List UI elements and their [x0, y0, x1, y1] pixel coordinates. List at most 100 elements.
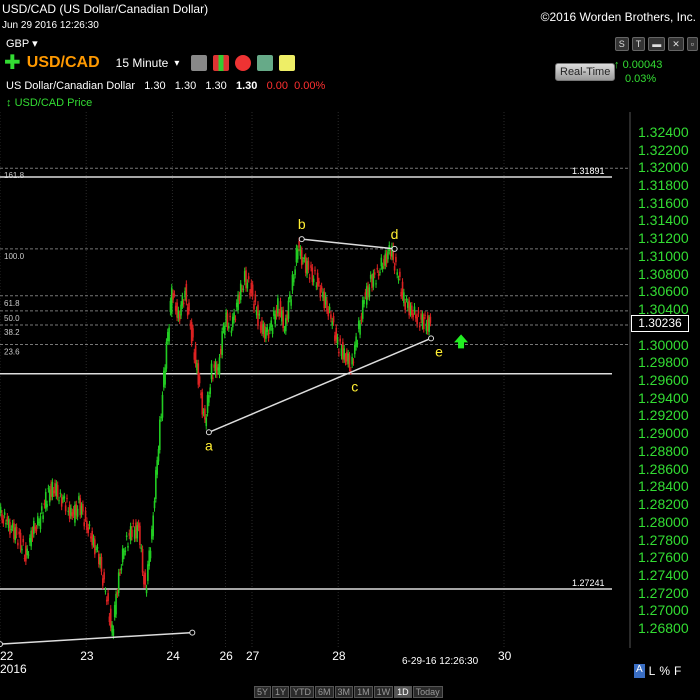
period-button-1m[interactable]: 1M [354, 686, 373, 698]
candle-body [172, 293, 174, 300]
restore-button[interactable]: ▫ [686, 37, 698, 51]
candle-body [389, 252, 392, 257]
candle-body [70, 507, 72, 516]
candle-body [121, 548, 124, 563]
candle-body [418, 325, 421, 328]
candle-body [224, 325, 226, 335]
y-tick-label: 1.27000 [638, 602, 689, 619]
candle-body [425, 323, 428, 331]
t-button[interactable]: T [631, 37, 646, 51]
candle-body [133, 529, 136, 539]
fib-label: 23.6 [4, 348, 20, 357]
period-button-1d[interactable]: 1D [394, 686, 412, 698]
currency-selector[interactable]: GBP ▾ [6, 37, 38, 50]
add-icon[interactable]: ✚ [4, 53, 21, 73]
price-legend[interactable]: ↕ USD/CAD Price [6, 97, 92, 109]
candle-body [391, 246, 393, 257]
period-button-1w[interactable]: 1W [373, 686, 394, 698]
candle-body [170, 287, 173, 314]
candle-body [108, 616, 111, 623]
candle-body [409, 305, 412, 314]
candle-body [356, 343, 359, 345]
tools-icon[interactable] [191, 55, 208, 71]
period-button-ytd[interactable]: YTD [290, 686, 315, 698]
candle-body [377, 273, 380, 277]
candle-body [281, 310, 283, 322]
y-tick-label: 1.28600 [638, 460, 689, 477]
candle-body [185, 283, 188, 302]
candle-body [376, 267, 379, 270]
candle-body [48, 489, 51, 503]
candle-body [188, 302, 190, 312]
s-button[interactable]: S [614, 37, 629, 51]
log-scale-button[interactable]: L [649, 664, 656, 678]
candle-body [212, 377, 214, 379]
x-tick-label: 22 [0, 649, 14, 663]
close-button[interactable]: ✕ [668, 37, 684, 51]
period-button-1y[interactable]: 1Y [272, 686, 290, 698]
candle-body [151, 529, 153, 540]
candle-body [267, 333, 270, 339]
candle-body [245, 270, 247, 289]
candle-body [347, 353, 349, 364]
note-icon[interactable] [279, 55, 296, 71]
candle-body [266, 327, 269, 332]
candle-body [100, 556, 103, 572]
candle-body [424, 314, 426, 316]
calculator-icon[interactable] [257, 55, 274, 71]
symbol-label[interactable]: USD/CAD [27, 54, 100, 72]
realtime-button[interactable]: Real-Time [555, 63, 616, 81]
candle-body [116, 592, 119, 595]
candle-body [35, 528, 38, 532]
period-button-today[interactable]: Today [412, 686, 443, 698]
candle-body [0, 506, 2, 513]
candle-body [109, 608, 112, 628]
candle-body [192, 328, 194, 338]
chevron-down-icon[interactable]: ▾ [174, 58, 179, 69]
period-button-5y[interactable]: 5Y [254, 686, 272, 698]
trendline-handle [428, 335, 435, 342]
auto-scale-button[interactable]: A [634, 664, 645, 678]
indicators-icon[interactable] [213, 55, 230, 71]
y-tick-label: 1.27600 [638, 549, 689, 566]
trendline [301, 238, 395, 250]
candle-body [404, 302, 406, 310]
candle-body [422, 316, 425, 330]
period-button-3m[interactable]: 3M [334, 686, 354, 698]
minimize-button[interactable]: ▬ [648, 37, 666, 51]
candle-body [26, 548, 28, 556]
fixed-scale-button[interactable]: F [674, 664, 681, 678]
price-chart[interactable]: 161.8 100.0 61.8 50.0 38.2 23.6 1.31891 1.27241… [0, 0, 700, 700]
candle-body [218, 357, 221, 375]
candle-body [318, 281, 320, 284]
candle-body [285, 318, 287, 332]
candle-body [131, 529, 133, 537]
candle-body [2, 518, 5, 524]
candle-body [308, 277, 311, 280]
candle-body [225, 312, 227, 324]
candle-body [190, 321, 193, 344]
percent-scale-button[interactable]: % [659, 664, 670, 678]
candle-body [43, 503, 46, 506]
alarm-icon[interactable] [235, 55, 252, 71]
period-button-6m[interactable]: 6M [315, 686, 334, 698]
candle-body [198, 376, 201, 384]
candle-body [128, 533, 131, 536]
candle-body [184, 290, 186, 298]
candle-body [319, 288, 322, 298]
candle-body [22, 538, 25, 543]
candle-body [251, 284, 254, 297]
quote-high: 1.30 [174, 80, 197, 92]
candle-body [294, 269, 296, 275]
interval-selector[interactable]: 15 Minute [116, 56, 169, 70]
y-tick-label: 1.29800 [638, 354, 689, 371]
candle-body [161, 394, 164, 418]
candle-body [200, 393, 202, 395]
candle-body [220, 348, 222, 355]
candle-body [141, 549, 144, 573]
candle-body [237, 294, 239, 311]
candle-body [56, 485, 59, 497]
candle-body [262, 324, 265, 334]
candle-body [90, 536, 92, 539]
candle-body [331, 321, 334, 326]
